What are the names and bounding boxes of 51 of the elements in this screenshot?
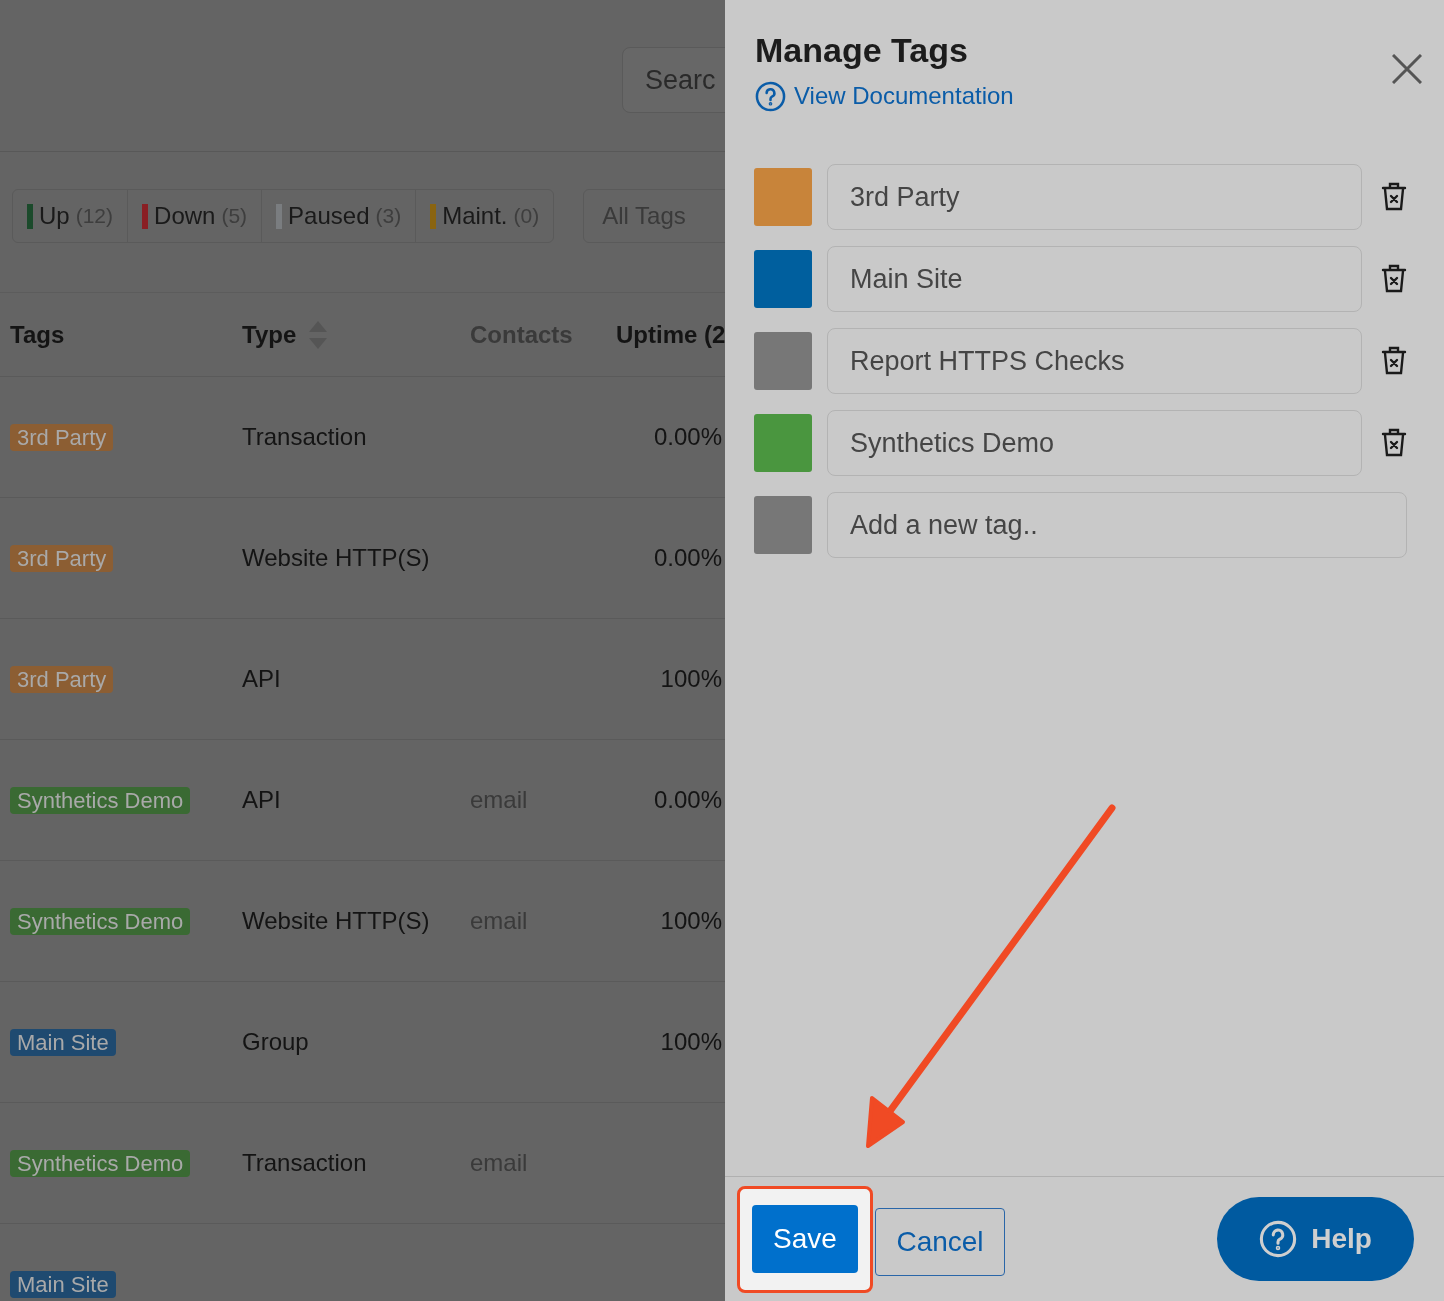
help-icon [1259,1220,1298,1258]
tag-name-field[interactable]: Synthetics Demo [827,410,1362,476]
uptime-cell: 100% [660,1028,722,1055]
tag-color-swatch[interactable] [754,168,812,226]
uptime-cell: 0.00% [653,544,722,571]
close-icon[interactable] [1392,54,1422,84]
tag-badge: Synthetics Demo [10,908,191,935]
tag-badge: Synthetics Demo [10,787,191,814]
save-button[interactable]: Save [752,1205,858,1273]
search-field[interactable]: Searc [622,47,725,113]
help-icon [755,80,786,112]
uptime-cell: 0.00% [653,786,722,813]
uptime-cell: 0.00% [653,423,722,450]
type-cell: Group [242,1028,309,1055]
uptime-cell: 100% [660,907,722,934]
type-cell: Website HTTP(S) [242,544,430,571]
tag-name-field[interactable]: Report HTTPS Checks [827,328,1362,394]
uptime-cell: 100% [660,665,722,692]
cancel-button[interactable]: Cancel [875,1207,1005,1276]
tag-name-field[interactable]: Main Site [827,246,1362,312]
status-label: Up [39,201,70,231]
trash-icon[interactable] [1381,263,1407,295]
type-cell: Transaction [242,1149,367,1176]
status-label: Maint. [442,201,508,231]
tag-badge: Synthetics Demo [10,1150,191,1177]
tag-badge: 3rd Party [10,545,114,572]
tag-badge: 3rd Party [10,666,114,693]
type-cell: Transaction [242,423,367,450]
type-cell: API [242,786,281,813]
status-label: Paused [288,201,370,231]
documentation-link[interactable]: View Documentation [755,78,1014,114]
tag-badge: Main Site [10,1271,116,1298]
panel-title: Manage Tags [755,30,969,71]
type-cell: Website HTTP(S) [242,907,430,934]
tag-color-swatch[interactable] [754,332,812,390]
status-label: Down [154,201,216,231]
column-header[interactable]: Type [242,316,297,353]
tag-name-field[interactable]: 3rd Party [827,164,1362,230]
type-cell: API [242,665,281,692]
column-header[interactable]: Tags [10,316,65,353]
new-tag-field[interactable]: Add a new tag.. [827,492,1407,558]
trash-icon[interactable] [1381,427,1407,459]
tag-color-swatch[interactable] [754,250,812,308]
tag-badge: Main Site [10,1029,116,1056]
tag-color-swatch[interactable] [754,414,812,472]
tag-color-swatch[interactable] [754,496,812,554]
help-button[interactable]: Help [1217,1197,1414,1281]
trash-icon[interactable] [1381,181,1407,213]
column-header[interactable]: Uptime (2 [616,316,725,353]
tag-badge: 3rd Party [10,424,114,451]
trash-icon[interactable] [1381,345,1407,377]
